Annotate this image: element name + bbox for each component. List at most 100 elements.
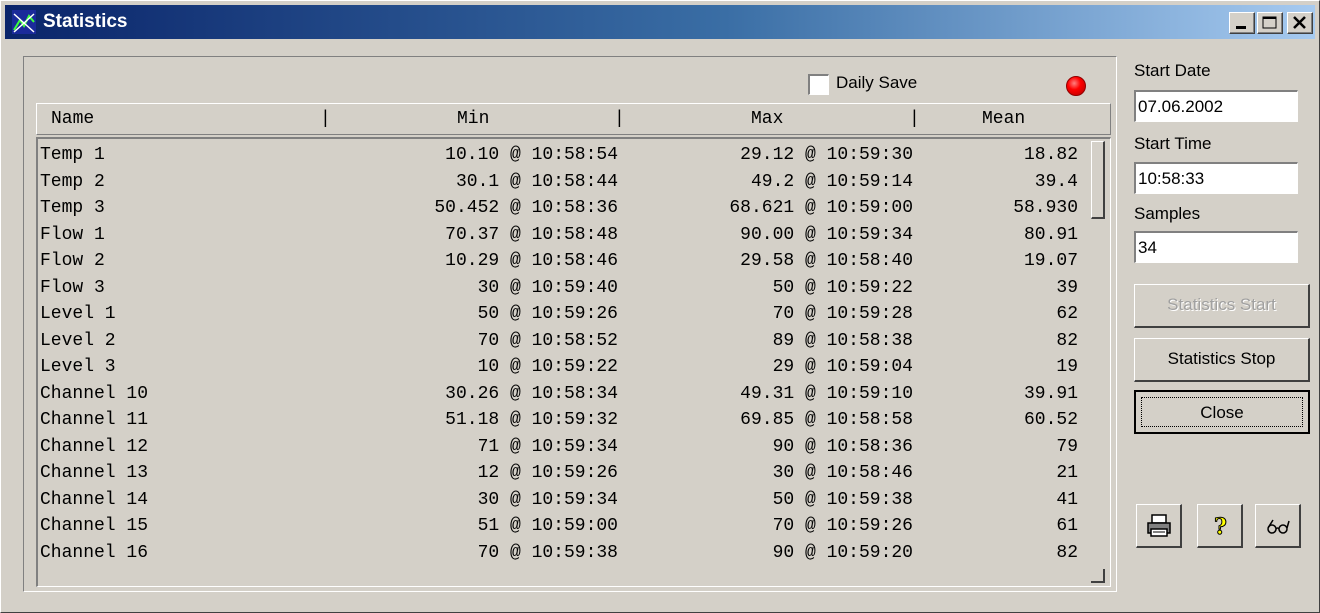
row-max: 69.85 @ 10:58:58 <box>740 410 913 430</box>
row-max: 70 @ 10:59:28 <box>772 304 913 324</box>
row-name: Flow 1 <box>40 224 105 245</box>
status-led-icon <box>1066 76 1086 96</box>
samples-field[interactable]: 34 <box>1134 231 1298 263</box>
scroll-end-icon <box>1091 569 1105 583</box>
row-max: 90 @ 10:59:20 <box>772 542 913 563</box>
statistics-window: Statistics Daily Save Name | Min | Max |… <box>0 0 1320 613</box>
close-icon <box>1293 16 1306 29</box>
minimize-icon <box>1236 26 1246 29</box>
row-name: Channel 14 <box>40 489 149 510</box>
table-row[interactable]: Level 1 50 @ 10:59:26 70 @ 10:59:28 62 <box>38 304 1088 330</box>
row-max: 70 @ 10:59:26 <box>772 516 913 536</box>
daily-save-label: Daily Save <box>836 73 918 92</box>
table-row[interactable]: Level 2 70 @ 10:58:52 89 @ 10:58:38 82 <box>38 331 1088 357</box>
row-max: 68.621 @ 10:59:00 <box>729 198 913 218</box>
maximize-button[interactable] <box>1257 12 1283 34</box>
row-max: 89 @ 10:58:38 <box>772 330 913 351</box>
start-date-label: Start Date <box>1134 61 1211 80</box>
row-mean: 82 <box>1056 330 1078 351</box>
table-row[interactable]: Channel 10 30.26 @ 10:58:34 49.31 @ 10:59:… <box>38 384 1088 410</box>
column-header-max[interactable]: Max <box>751 109 783 129</box>
app-icon <box>12 10 36 34</box>
row-mean: 39.91 <box>1023 383 1078 404</box>
table-row[interactable]: Channel 14 30 @ 10:59:34 50 @ 10:59:38 41 <box>38 490 1088 516</box>
row-mean: 80.91 <box>1023 224 1078 245</box>
print-button[interactable] <box>1136 504 1182 548</box>
table-row[interactable]: Flow 1 70.37 @ 10:58:48 90.00 @ 10:59:34 80… <box>38 225 1088 251</box>
row-mean: 19 <box>1056 357 1078 377</box>
view-button[interactable] <box>1255 504 1301 548</box>
close-window-button[interactable] <box>1287 12 1313 34</box>
table-row[interactable]: Flow 2 10.29 @ 10:58:46 29.58 @ 10:58:40 19… <box>38 251 1088 277</box>
column-divider: | <box>909 109 920 129</box>
samples-label: Samples <box>1134 204 1201 223</box>
row-name: Level 3 <box>40 357 116 377</box>
table-row[interactable]: Channel 11 51.18 @ 10:59:32 69.85 @ 10:58:… <box>38 410 1088 436</box>
row-name: Channel 12 <box>40 436 149 457</box>
row-name: Level 2 <box>40 330 116 351</box>
statistics-start-button[interactable]: Statistics Start <box>1134 284 1310 328</box>
row-mean: 62 <box>1056 304 1078 324</box>
row-max: 49.2 @ 10:59:14 <box>750 171 913 192</box>
column-header-mean[interactable]: Mean <box>982 109 1025 129</box>
row-max: 29.58 @ 10:58:40 <box>740 251 913 271</box>
row-name: Flow 3 <box>40 277 105 298</box>
help-button[interactable]: ? <box>1197 504 1243 548</box>
statistics-list[interactable]: Temp 1 10.10 @ 10:58:54 29.12 @ 10:59:30 18… <box>36 137 1111 587</box>
row-mean: 19.07 <box>1023 251 1078 271</box>
svg-text:?: ? <box>1214 514 1227 539</box>
row-mean: 18.82 <box>1023 145 1078 165</box>
vertical-scrollbar[interactable] <box>1088 139 1110 585</box>
start-date-field[interactable]: 07.06.2002 <box>1134 90 1298 122</box>
row-name: Temp 1 <box>40 145 105 165</box>
statistics-stop-button[interactable]: Statistics Stop <box>1134 338 1310 382</box>
title-bar[interactable]: Statistics <box>5 5 1315 39</box>
close-button-label: Close <box>1141 397 1303 427</box>
table-row[interactable]: Flow 3 30 @ 10:59:40 50 @ 10:59:22 39 <box>38 278 1088 304</box>
row-name: Channel 15 <box>40 516 149 536</box>
row-max: 30 @ 10:58:46 <box>772 463 913 483</box>
table-row[interactable]: Channel 12 71 @ 10:59:34 90 @ 10:58:36 79 <box>38 437 1088 463</box>
maximize-icon <box>1262 16 1277 29</box>
table-row[interactable]: Level 3 10 @ 10:59:22 29 @ 10:59:04 19 <box>38 357 1088 383</box>
row-name: Channel 13 <box>40 463 149 483</box>
row-name: Temp 3 <box>40 198 105 218</box>
table-row[interactable]: Channel 16 70 @ 10:59:38 90 @ 10:59:20 82 <box>38 543 1088 569</box>
table-row[interactable]: Channel 15 51 @ 10:59:00 70 @ 10:59:26 61 <box>38 516 1088 542</box>
row-mean: 60.52 <box>1023 410 1078 430</box>
row-mean: 39.4 <box>1034 171 1078 192</box>
scroll-thumb[interactable] <box>1091 141 1105 219</box>
row-mean: 82 <box>1056 542 1078 563</box>
statistics-panel: Daily Save Name | Min | Max | Mean Temp … <box>23 56 1117 592</box>
help-icon: ? <box>1214 514 1228 540</box>
row-max: 49.31 @ 10:59:10 <box>740 383 913 404</box>
row-mean: 79 <box>1056 436 1078 457</box>
column-divider: | <box>320 109 331 129</box>
table-row[interactable]: Channel 13 12 @ 10:59:26 30 @ 10:58:46 21 <box>38 463 1088 489</box>
column-header-name[interactable]: Name <box>51 109 94 129</box>
row-name: Channel 10 <box>40 383 149 404</box>
column-divider: | <box>614 109 625 129</box>
column-header-min[interactable]: Min <box>457 109 489 129</box>
row-name: Temp 2 <box>40 171 105 192</box>
glasses-icon <box>1267 519 1290 534</box>
daily-save-checkbox[interactable] <box>808 74 829 95</box>
row-max: 90.00 @ 10:59:34 <box>740 224 913 245</box>
row-max: 50 @ 10:59:38 <box>772 489 913 510</box>
row-mean: 58.930 <box>1013 198 1078 218</box>
start-time-field[interactable]: 10:58:33 <box>1134 162 1298 194</box>
window-title: Statistics <box>43 11 128 32</box>
row-name: Channel 16 <box>40 542 149 563</box>
table-row[interactable]: Temp 2 30.1 @ 10:58:44 49.2 @ 10:59:14 39.4 <box>38 172 1088 198</box>
row-max: 29 @ 10:59:04 <box>772 357 913 377</box>
row-mean: 61 <box>1056 516 1078 536</box>
close-button[interactable]: Close <box>1134 390 1310 434</box>
row-mean: 41 <box>1056 489 1078 510</box>
row-mean: 21 <box>1056 463 1078 483</box>
table-row[interactable]: Temp 1 10.10 @ 10:58:54 29.12 @ 10:59:30 18… <box>38 145 1088 171</box>
start-time-label: Start Time <box>1134 134 1212 153</box>
table-row[interactable]: Temp 3 50.452 @ 10:58:36 68.621 @ 10:59:00… <box>38 198 1088 224</box>
row-name: Channel 11 <box>40 410 149 430</box>
row-max: 50 @ 10:59:22 <box>772 277 913 298</box>
minimize-button[interactable] <box>1229 12 1255 34</box>
